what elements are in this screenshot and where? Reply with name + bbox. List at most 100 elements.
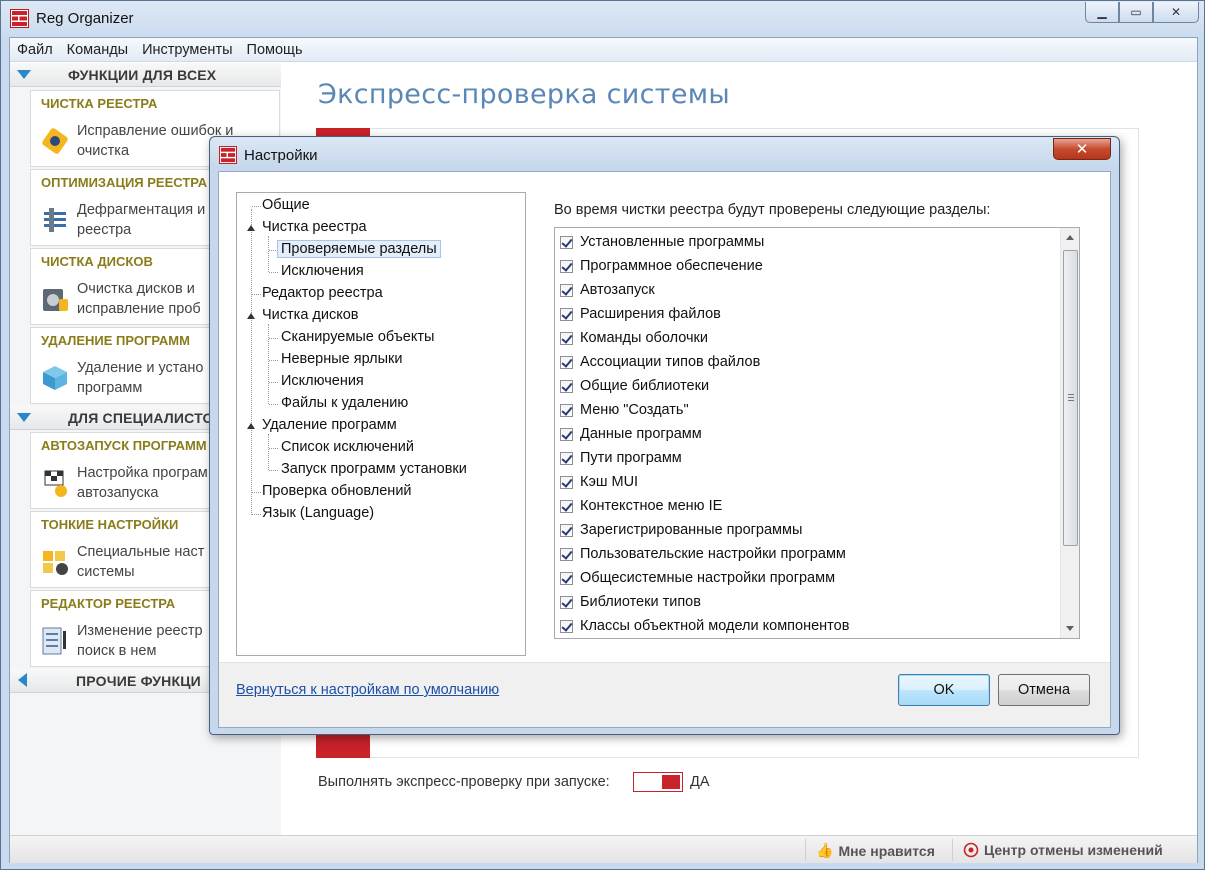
settings-tree: Общие Чистка реестра Проверяемые разделы… bbox=[236, 192, 526, 656]
checkbox[interactable] bbox=[560, 547, 573, 561]
cancel-button[interactable]: Отмена bbox=[998, 674, 1090, 706]
card-category: РЕДАКТОР РЕЕСТРА bbox=[41, 596, 176, 611]
close-button[interactable]: ✕ bbox=[1153, 2, 1199, 23]
checkbox[interactable] bbox=[560, 379, 573, 393]
checklist-item[interactable]: Классы объектной модели компонентов bbox=[560, 616, 849, 636]
ok-button[interactable]: OK bbox=[898, 674, 990, 706]
checklist-item[interactable]: Контекстное меню IE bbox=[560, 496, 722, 516]
checklist-item[interactable]: Ассоциации типов файлов bbox=[560, 352, 760, 372]
tree-item-files-to-delete[interactable]: Файлы к удалению bbox=[281, 395, 408, 411]
checklist-item[interactable]: Общие библиотеки bbox=[560, 376, 709, 396]
dialog-close-button[interactable]: ✕ bbox=[1053, 138, 1111, 160]
express-toggle-value: ДА bbox=[690, 774, 710, 790]
expand-arrow-icon[interactable] bbox=[247, 225, 255, 231]
dialog-body: Общие Чистка реестра Проверяемые разделы… bbox=[218, 171, 1111, 728]
autorun-icon bbox=[44, 470, 67, 497]
checklist-label: Установленные программы bbox=[580, 234, 765, 250]
tree-item-scanned-objects[interactable]: Сканируемые объекты bbox=[281, 329, 434, 345]
page-title: Экспресс-проверка системы bbox=[318, 79, 731, 110]
tweaks-icon bbox=[43, 551, 68, 575]
undo-center-icon bbox=[963, 842, 979, 858]
checkbox[interactable] bbox=[560, 523, 573, 537]
checklist-item[interactable]: Данные программ bbox=[560, 424, 702, 444]
checklist-item[interactable]: Команды оболочки bbox=[560, 328, 708, 348]
vertical-scrollbar[interactable] bbox=[1060, 228, 1079, 638]
checklist-item[interactable]: Библиотеки типов bbox=[560, 592, 701, 612]
checklist-label: Библиотеки типов bbox=[580, 594, 701, 610]
checklist-label: Команды оболочки bbox=[580, 330, 708, 346]
checklist-label: Пользовательские настройки программ bbox=[580, 546, 846, 562]
tree-item-run-installers[interactable]: Запуск программ установки bbox=[281, 461, 467, 477]
dialog-title: Настройки bbox=[244, 147, 318, 164]
tree-item-registry-clean[interactable]: Чистка реестра bbox=[262, 219, 367, 235]
tree-item-disk-clean[interactable]: Чистка дисков bbox=[262, 307, 359, 323]
checklist-item[interactable]: Установленные программы bbox=[560, 232, 764, 252]
checklist-item[interactable]: Пользовательские настройки программ bbox=[560, 544, 846, 564]
checklist-label: Общесистемные настройки программ bbox=[580, 570, 836, 586]
tree-item-general[interactable]: Общие bbox=[262, 197, 310, 213]
sections-checklist: Установленные программы Программное обес… bbox=[554, 227, 1080, 639]
section-all-users[interactable]: ФУНКЦИИ ДЛЯ ВСЕХ bbox=[10, 63, 281, 87]
checklist-item[interactable]: Программное обеспечение bbox=[560, 256, 763, 276]
checkbox[interactable] bbox=[560, 283, 573, 297]
tree-item-language[interactable]: Язык (Language) bbox=[262, 505, 374, 521]
card-category: ЧИСТКА ДИСКОВ bbox=[41, 254, 153, 269]
checkbox[interactable] bbox=[560, 259, 573, 273]
checkbox[interactable] bbox=[560, 403, 573, 417]
like-button[interactable]: 👍 Мне нравится bbox=[816, 842, 935, 859]
close-icon: ✕ bbox=[1075, 141, 1089, 158]
defrag-icon bbox=[44, 208, 66, 232]
tree-item-registry-exclusions[interactable]: Исключения bbox=[281, 263, 364, 279]
scroll-thumb[interactable] bbox=[1063, 250, 1078, 546]
checkbox[interactable] bbox=[560, 595, 573, 609]
menu-help[interactable]: Помощь bbox=[240, 38, 310, 61]
checklist-item[interactable]: Меню "Создать" bbox=[560, 400, 689, 420]
checklist-item[interactable]: Пути программ bbox=[560, 448, 682, 468]
tree-item-updates[interactable]: Проверка обновлений bbox=[262, 483, 412, 499]
checkbox[interactable] bbox=[560, 331, 573, 345]
checklist-label: Классы объектной модели компонентов bbox=[580, 618, 850, 634]
express-toggle[interactable] bbox=[633, 772, 683, 792]
checklist-item[interactable]: Автозапуск bbox=[560, 280, 655, 300]
card-category: ЧИСТКА РЕЕСТРА bbox=[41, 96, 158, 111]
expand-arrow-icon[interactable] bbox=[247, 313, 255, 319]
checkbox[interactable] bbox=[560, 427, 573, 441]
checkbox[interactable] bbox=[560, 499, 573, 513]
checkbox[interactable] bbox=[560, 355, 573, 369]
tree-item-registry-editor[interactable]: Редактор реестра bbox=[262, 285, 383, 301]
menu-bar: Файл Команды Инструменты Помощь bbox=[10, 38, 1197, 62]
reset-defaults-link[interactable]: Вернуться к настройкам по умолчанию bbox=[236, 682, 499, 698]
checkbox[interactable] bbox=[560, 571, 573, 585]
express-label: Выполнять экспресс-проверку при запуске: bbox=[318, 774, 610, 790]
tree-item-checked-sections[interactable]: Проверяемые разделы bbox=[277, 240, 441, 258]
checklist-item[interactable]: Расширения файлов bbox=[560, 304, 721, 324]
maximize-button[interactable]: ▭ bbox=[1119, 2, 1153, 23]
undo-center-button[interactable]: Центр отмены изменений bbox=[963, 842, 1163, 858]
checkbox[interactable] bbox=[560, 451, 573, 465]
menu-tools[interactable]: Инструменты bbox=[135, 38, 239, 61]
title-bar: Reg Organizer ▁ ▭ ✕ bbox=[1, 1, 1204, 37]
checklist-item[interactable]: Кэш MUI bbox=[560, 472, 638, 492]
checklist-item[interactable]: Зарегистрированные программы bbox=[560, 520, 802, 540]
tree-item-bad-shortcuts[interactable]: Неверные ярлыки bbox=[281, 351, 402, 367]
undo-center-label: Центр отмены изменений bbox=[984, 842, 1163, 858]
tree-item-exclusion-list[interactable]: Список исключений bbox=[281, 439, 414, 455]
checkbox[interactable] bbox=[560, 235, 573, 249]
maximize-icon: ▭ bbox=[1130, 5, 1142, 19]
scroll-up-icon[interactable] bbox=[1066, 235, 1074, 240]
tree-item-uninstall[interactable]: Удаление программ bbox=[262, 417, 397, 433]
checkbox[interactable] bbox=[560, 475, 573, 489]
checkbox[interactable] bbox=[560, 307, 573, 321]
checklist-label: Зарегистрированные программы bbox=[580, 522, 803, 538]
checklist-item[interactable]: Общесистемные настройки программ bbox=[560, 568, 835, 588]
menu-commands[interactable]: Команды bbox=[60, 38, 135, 61]
menu-file[interactable]: Файл bbox=[10, 38, 60, 61]
tree-item-disk-exclusions[interactable]: Исключения bbox=[281, 373, 364, 389]
checkbox[interactable] bbox=[560, 619, 573, 633]
like-label: Мне нравится bbox=[838, 842, 935, 859]
scroll-down-icon[interactable] bbox=[1066, 626, 1074, 631]
checklist-label: Контекстное меню IE bbox=[580, 498, 723, 514]
expand-arrow-icon[interactable] bbox=[247, 423, 255, 429]
minimize-button[interactable]: ▁ bbox=[1085, 2, 1119, 23]
registry-clean-icon bbox=[42, 128, 68, 154]
